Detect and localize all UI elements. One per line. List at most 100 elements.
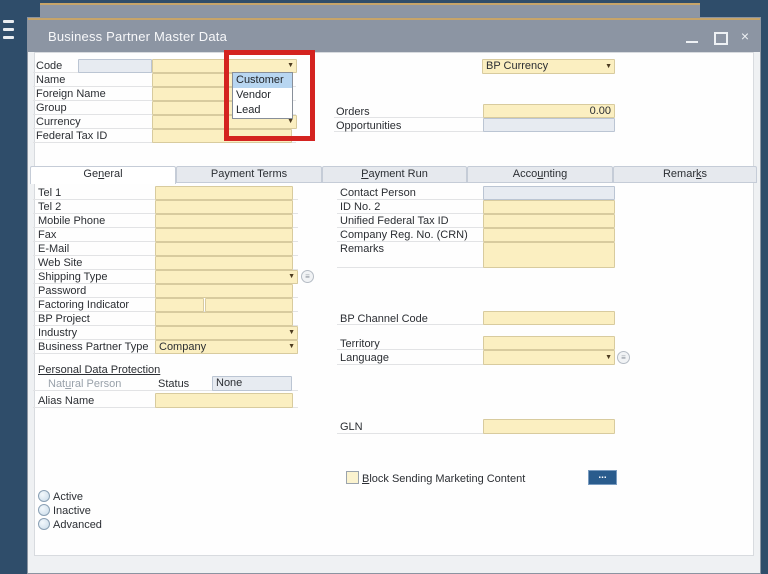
gln-input[interactable]	[483, 419, 615, 434]
alias-name-input[interactable]	[155, 393, 293, 408]
label-part: ayment Run	[368, 168, 428, 180]
label-part: Acco	[512, 168, 538, 180]
mobile-phone-label: Mobile Phone	[38, 215, 106, 227]
dropdown-arrow-icon: ▼	[288, 329, 295, 336]
menu-bar	[3, 28, 14, 31]
active-radio[interactable]	[38, 490, 50, 502]
bp-channel-code-label: BP Channel Code	[340, 313, 428, 325]
desktop: Business Partner Master Data × Code Name…	[0, 0, 768, 574]
tab-payment-run[interactable]: Payment Run	[322, 166, 467, 183]
bp-currency-dropdown[interactable]: BP Currency ▼	[482, 59, 615, 74]
label-part: eral	[104, 168, 123, 180]
choose-from-list-icon[interactable]: ≡	[617, 351, 630, 364]
language-dropdown[interactable]: ▼	[483, 350, 615, 365]
id-no-2-input[interactable]	[483, 200, 615, 214]
alias-name-label: Alias Name	[38, 395, 95, 407]
dropdown-arrow-icon: ▼	[288, 273, 295, 280]
orders-label: Orders	[336, 106, 370, 118]
label-part: lock Sending Marketing Content	[369, 473, 526, 485]
remarks-textarea[interactable]	[483, 242, 615, 268]
inactive-label: Inactive	[53, 505, 91, 517]
natural-person-label: Natural Person	[48, 378, 121, 390]
advanced-label: Advanced	[53, 519, 102, 531]
fax-input[interactable]	[155, 228, 293, 242]
inactive-radio[interactable]	[38, 504, 50, 516]
label-part: nting	[543, 168, 568, 180]
web-site-label: Web Site	[38, 257, 83, 269]
remarks-label: Remarks	[340, 243, 385, 255]
personal-data-protection-heading[interactable]: Personal Data Protection	[38, 364, 160, 376]
password-label: Password	[38, 285, 87, 297]
name-label: Name	[36, 74, 66, 86]
gln-label: GLN	[340, 421, 363, 433]
business-partner-type-value: Company	[159, 341, 207, 353]
mobile-phone-input[interactable]	[155, 214, 293, 228]
label-part: ral Person	[71, 378, 122, 390]
contact-person-field[interactable]	[483, 186, 615, 200]
menu-icon[interactable]	[3, 20, 15, 42]
tel1-input[interactable]	[155, 186, 293, 200]
web-site-input[interactable]	[155, 256, 293, 270]
choose-from-list-icon[interactable]: ≡	[301, 270, 314, 283]
menu-bar	[3, 20, 14, 23]
industry-dropdown[interactable]: ▼	[155, 326, 298, 340]
unified-federal-tax-id-label: Unified Federal Tax ID	[340, 215, 449, 227]
password-input[interactable]	[155, 284, 293, 298]
maximize-icon[interactable]	[712, 20, 728, 52]
industry-label: Industry	[38, 327, 78, 339]
close-icon[interactable]: ×	[736, 20, 754, 52]
code-input[interactable]	[78, 59, 152, 73]
currency-label: Currency	[36, 116, 81, 128]
shipping-type-dropdown[interactable]: ▼	[155, 270, 298, 284]
group-label: Group	[36, 102, 67, 114]
orders-field[interactable]: 0.00	[483, 104, 615, 118]
tab-payment-terms[interactable]: Payment Terms	[176, 166, 322, 183]
dropdown-arrow-icon: ▼	[605, 354, 612, 361]
label-part: Ge	[83, 168, 99, 180]
tel1-label: Tel 1	[38, 187, 62, 199]
shipping-type-label: Shipping Type	[38, 271, 108, 283]
company-reg-no-input[interactable]	[483, 228, 615, 242]
bp-currency-value: BP Currency	[486, 60, 549, 72]
code-series-input[interactable]	[152, 59, 227, 73]
territory-input[interactable]	[483, 336, 615, 350]
factoring-indicator-label: Factoring Indicator	[38, 299, 130, 311]
business-partner-type-dropdown[interactable]: Company ▼	[155, 340, 298, 354]
status-field[interactable]: None	[212, 376, 292, 391]
language-label: Language	[340, 352, 389, 364]
dropdown-arrow-icon: ▼	[288, 343, 295, 350]
unified-federal-tax-id-input[interactable]	[483, 214, 615, 228]
code-label: Code	[36, 60, 63, 72]
maximize-glyph	[714, 32, 728, 45]
opportunities-field[interactable]	[483, 118, 615, 132]
advanced-radio[interactable]	[38, 518, 50, 530]
label-part: Nat	[48, 378, 66, 390]
factoring-indicator-input[interactable]	[155, 298, 204, 312]
orders-value: 0.00	[589, 105, 611, 117]
factoring-indicator-name-input[interactable]	[205, 298, 293, 312]
tel2-input[interactable]	[155, 200, 293, 214]
block-marketing-checkbox[interactable]	[346, 471, 359, 484]
ellipsis-button[interactable]: ...	[588, 470, 617, 485]
bp-project-label: BP Project	[38, 313, 90, 325]
tel2-label: Tel 2	[38, 201, 62, 213]
label-part: Payment Terms	[210, 168, 288, 180]
active-label: Active	[53, 491, 83, 503]
tab-general[interactable]: General	[30, 166, 176, 184]
label-part: P	[361, 168, 369, 180]
tab-accounting[interactable]: Accounting	[467, 166, 613, 183]
tab-remarks[interactable]: Remarks	[613, 166, 757, 183]
contact-person-label: Contact Person	[340, 187, 416, 199]
window-titlebar[interactable]: Business Partner Master Data ×	[28, 20, 760, 52]
label-part: s	[701, 168, 708, 180]
block-marketing-label: Block Sending Marketing Content	[362, 473, 525, 485]
status-value: None	[216, 377, 243, 389]
bp-project-input[interactable]	[155, 312, 293, 326]
minimize-icon[interactable]	[684, 20, 700, 52]
email-input[interactable]	[155, 242, 293, 256]
foreign-name-label: Foreign Name	[36, 88, 106, 100]
label-part: Remar	[662, 168, 696, 180]
business-partner-type-label: Business Partner Type	[38, 341, 149, 353]
window-title: Business Partner Master Data	[48, 29, 228, 44]
bp-channel-code-input[interactable]	[483, 311, 615, 325]
